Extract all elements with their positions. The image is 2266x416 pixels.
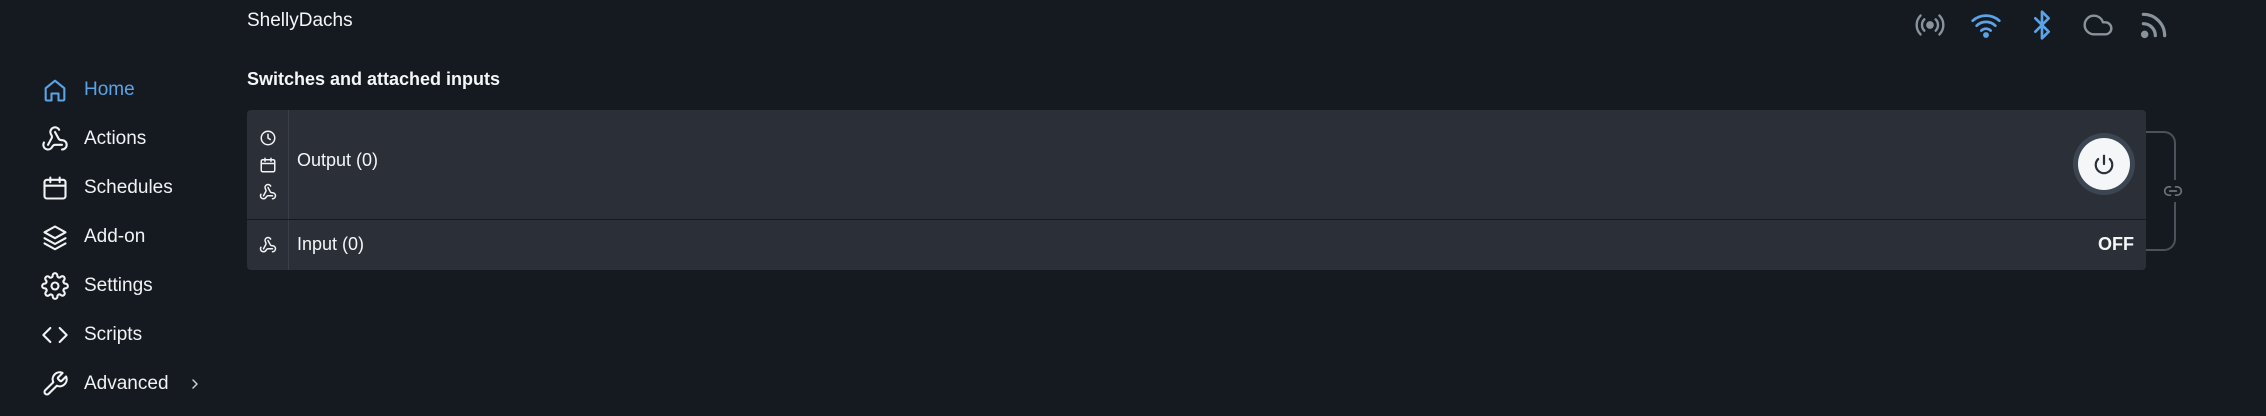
webhook-icon[interactable]	[258, 182, 278, 202]
section-title: Switches and attached inputs	[247, 69, 501, 89]
switch-card: Output (0) Input (0) OFF	[247, 110, 2146, 270]
sidebar-item-add-on[interactable]: Add-on	[40, 217, 220, 257]
radio-broadcast-icon[interactable]	[1912, 8, 1948, 42]
sidebar-item-label: Settings	[84, 275, 153, 296]
sidebar-item-scripts[interactable]: Scripts	[40, 315, 220, 355]
sidebar-item-settings[interactable]: Settings	[40, 266, 220, 306]
sidebar-item-label: Add-on	[84, 226, 146, 247]
sidebar-item-label: Actions	[84, 128, 147, 149]
input-row[interactable]: Input (0) OFF	[247, 220, 2146, 270]
chevron-right-icon	[191, 379, 198, 389]
clock-icon[interactable]	[258, 128, 278, 148]
wrench-icon	[40, 369, 70, 399]
input-icon-column	[247, 220, 289, 270]
rss-feed-icon[interactable]	[2136, 8, 2172, 42]
link-icon[interactable]	[2161, 180, 2185, 202]
sidebar-item-actions[interactable]: Actions	[40, 119, 220, 159]
wifi-icon[interactable]	[1968, 8, 2004, 42]
output-label: Output (0)	[297, 150, 379, 170]
input-label: Input (0)	[297, 234, 365, 254]
app-root: Home Actions Schedules Add-on Settings S…	[0, 0, 2266, 416]
sidebar-item-advanced[interactable]: Advanced	[40, 364, 220, 404]
sidebar-item-label: Scripts	[84, 324, 143, 345]
gear-icon	[40, 271, 70, 301]
sidebar-item-label: Home	[84, 79, 135, 100]
status-icons	[1912, 8, 2172, 42]
sidebar-item-home[interactable]: Home	[40, 70, 220, 110]
bluetooth-icon[interactable]	[2024, 8, 2060, 42]
webhook-icon	[40, 124, 70, 154]
cloud-icon[interactable]	[2080, 8, 2116, 42]
power-icon	[2094, 154, 2114, 175]
input-state: OFF	[2098, 234, 2134, 254]
sidebar-item-schedules[interactable]: Schedules	[40, 168, 220, 208]
device-title: ShellyDachs	[247, 10, 353, 31]
home-icon	[40, 75, 70, 105]
layers-icon	[40, 222, 70, 252]
output-row[interactable]: Output (0)	[247, 110, 2146, 220]
code-icon	[40, 320, 70, 350]
power-toggle-button[interactable]	[2078, 138, 2130, 190]
calendar-icon[interactable]	[258, 155, 278, 175]
sidebar-item-label: Schedules	[84, 177, 173, 198]
calendar-icon	[40, 173, 70, 203]
output-icon-column	[247, 110, 289, 219]
webhook-icon[interactable]	[258, 235, 278, 255]
sidebar-item-label: Advanced	[84, 373, 169, 394]
